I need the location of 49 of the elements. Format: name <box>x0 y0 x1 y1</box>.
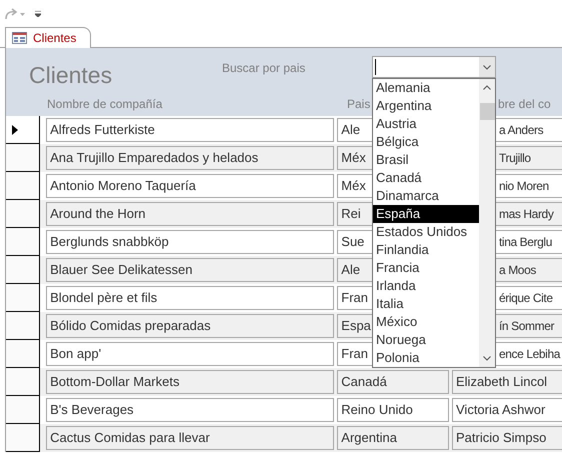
record-selector[interactable] <box>6 312 40 340</box>
company-field[interactable]: Bottom-Dollar Markets <box>46 370 334 394</box>
dropdown-button[interactable] <box>479 57 495 77</box>
country-field[interactable]: Argentina <box>337 426 449 450</box>
contact-field[interactable]: Patricio Simpso <box>452 426 562 450</box>
form-icon <box>12 32 27 44</box>
scrollbar[interactable] <box>479 79 495 367</box>
column-header: Pais <box>347 96 370 113</box>
record-selector[interactable] <box>6 116 40 144</box>
search-label: Buscar por pais <box>222 60 306 77</box>
company-field[interactable]: Bólido Comidas preparadas <box>46 314 334 338</box>
record-selector[interactable] <box>6 424 40 452</box>
record-selector[interactable] <box>6 340 40 368</box>
company-field[interactable]: Blondel père et fils <box>46 286 334 310</box>
form-tab[interactable]: Clientes <box>5 27 92 48</box>
company-field[interactable]: Around the Horn <box>46 202 334 226</box>
chevron-down-icon <box>483 64 491 70</box>
company-field[interactable]: B's Beverages <box>46 398 334 422</box>
record-selector[interactable] <box>6 368 40 396</box>
form-title: Clientes <box>29 61 112 90</box>
country-field[interactable]: Reino Unido <box>337 398 449 422</box>
company-field[interactable]: Cactus Comidas para llevar <box>46 426 334 450</box>
chevron-down-icon[interactable] <box>483 356 491 361</box>
scrollbar-thumb[interactable] <box>480 102 494 120</box>
company-field[interactable]: Blauer See Delikatessen <box>46 258 334 282</box>
company-field[interactable]: Berglunds snabbköp <box>46 230 334 254</box>
dropdown-option[interactable]: Alemania <box>373 79 479 97</box>
customize-toolbar-icon[interactable] <box>35 10 41 16</box>
contact-field[interactable]: Victoria Ashwor <box>452 398 562 422</box>
company-field[interactable]: Bon app' <box>46 342 334 366</box>
company-field[interactable]: Alfreds Futterkiste <box>46 118 334 142</box>
country-field[interactable]: Canadá <box>337 370 449 394</box>
company-field[interactable]: Ana Trujillo Emparedados y helados <box>46 146 334 170</box>
record-selector[interactable] <box>6 256 40 284</box>
dropdown-option[interactable]: España <box>373 205 479 223</box>
record-selector[interactable] <box>6 172 40 200</box>
contact-field[interactable]: Elizabeth Lincol <box>452 370 562 394</box>
record-selector[interactable] <box>6 396 40 424</box>
country-combo-box[interactable] <box>372 56 496 78</box>
record-selector[interactable] <box>6 200 40 228</box>
dropdown-option[interactable]: Argentina <box>373 97 479 115</box>
record-selector[interactable] <box>6 228 40 256</box>
record-selector[interactable] <box>6 144 40 172</box>
current-record-icon <box>12 124 18 134</box>
column-header: bre del co <box>498 96 551 113</box>
column-header: Nombre de compañía <box>47 96 162 113</box>
chevron-up-icon[interactable] <box>483 85 491 90</box>
record-selector[interactable] <box>6 284 40 312</box>
company-field[interactable]: Antonio Moreno Taquería <box>46 174 334 198</box>
